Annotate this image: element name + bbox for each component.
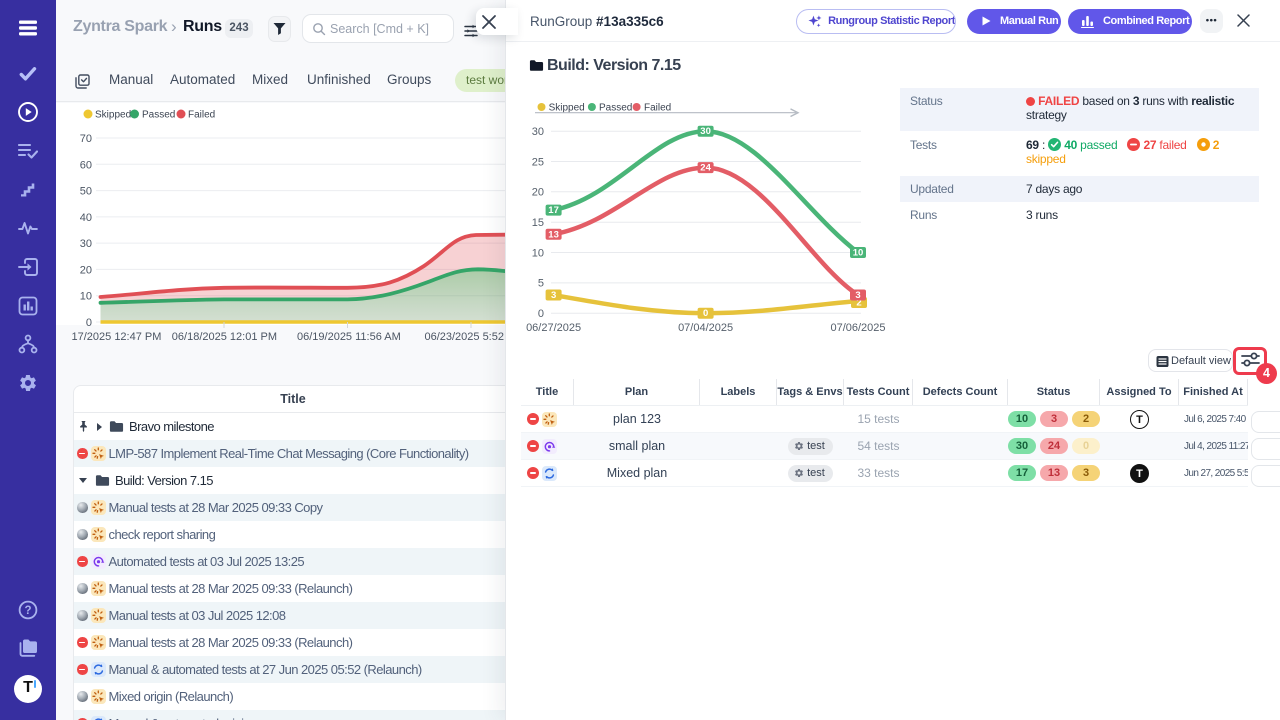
svg-text:17/2025 12:47 PM: 17/2025 12:47 PM bbox=[72, 331, 162, 343]
svg-text:06/18/2025 12:01 PM: 06/18/2025 12:01 PM bbox=[172, 331, 277, 343]
svg-text:30: 30 bbox=[532, 126, 544, 138]
svg-text:17: 17 bbox=[548, 205, 559, 216]
svg-text:25: 25 bbox=[532, 156, 544, 168]
svg-text:0: 0 bbox=[538, 308, 544, 320]
svg-text:Failed: Failed bbox=[644, 103, 671, 114]
svg-text:70: 70 bbox=[80, 133, 92, 145]
svg-text:0: 0 bbox=[703, 308, 708, 319]
svg-text:Skipped: Skipped bbox=[549, 103, 585, 114]
svg-text:10: 10 bbox=[532, 247, 544, 259]
svg-text:Skipped: Skipped bbox=[95, 110, 131, 121]
svg-text:30: 30 bbox=[700, 126, 711, 137]
svg-text:07/06/2025: 07/06/2025 bbox=[830, 322, 885, 334]
svg-text:13: 13 bbox=[548, 229, 559, 240]
svg-text:06/23/2025 5:52 PM: 06/23/2025 5:52 PM bbox=[424, 331, 506, 343]
svg-text:3: 3 bbox=[855, 290, 860, 301]
svg-text:5: 5 bbox=[538, 278, 544, 290]
svg-text:40: 40 bbox=[80, 212, 92, 224]
svg-text:30: 30 bbox=[80, 238, 92, 250]
svg-text:?: ? bbox=[24, 605, 31, 617]
svg-text:10: 10 bbox=[80, 291, 92, 303]
svg-text:15: 15 bbox=[532, 217, 544, 229]
svg-text:50: 50 bbox=[80, 186, 92, 198]
svg-text:3: 3 bbox=[551, 290, 556, 301]
svg-text:20: 20 bbox=[80, 264, 92, 276]
svg-text:06/27/2025: 06/27/2025 bbox=[526, 322, 581, 334]
svg-text:10: 10 bbox=[853, 248, 864, 259]
svg-text:Passed: Passed bbox=[142, 110, 175, 121]
svg-text:24: 24 bbox=[700, 163, 711, 174]
svg-text:06/19/2025 11:56 AM: 06/19/2025 11:56 AM bbox=[297, 331, 401, 343]
svg-text:Passed: Passed bbox=[599, 103, 632, 114]
svg-text:07/04/2025: 07/04/2025 bbox=[678, 322, 733, 334]
svg-text:0: 0 bbox=[86, 317, 92, 329]
svg-text:Failed: Failed bbox=[188, 110, 215, 121]
svg-text:20: 20 bbox=[532, 187, 544, 199]
svg-text:60: 60 bbox=[80, 159, 92, 171]
